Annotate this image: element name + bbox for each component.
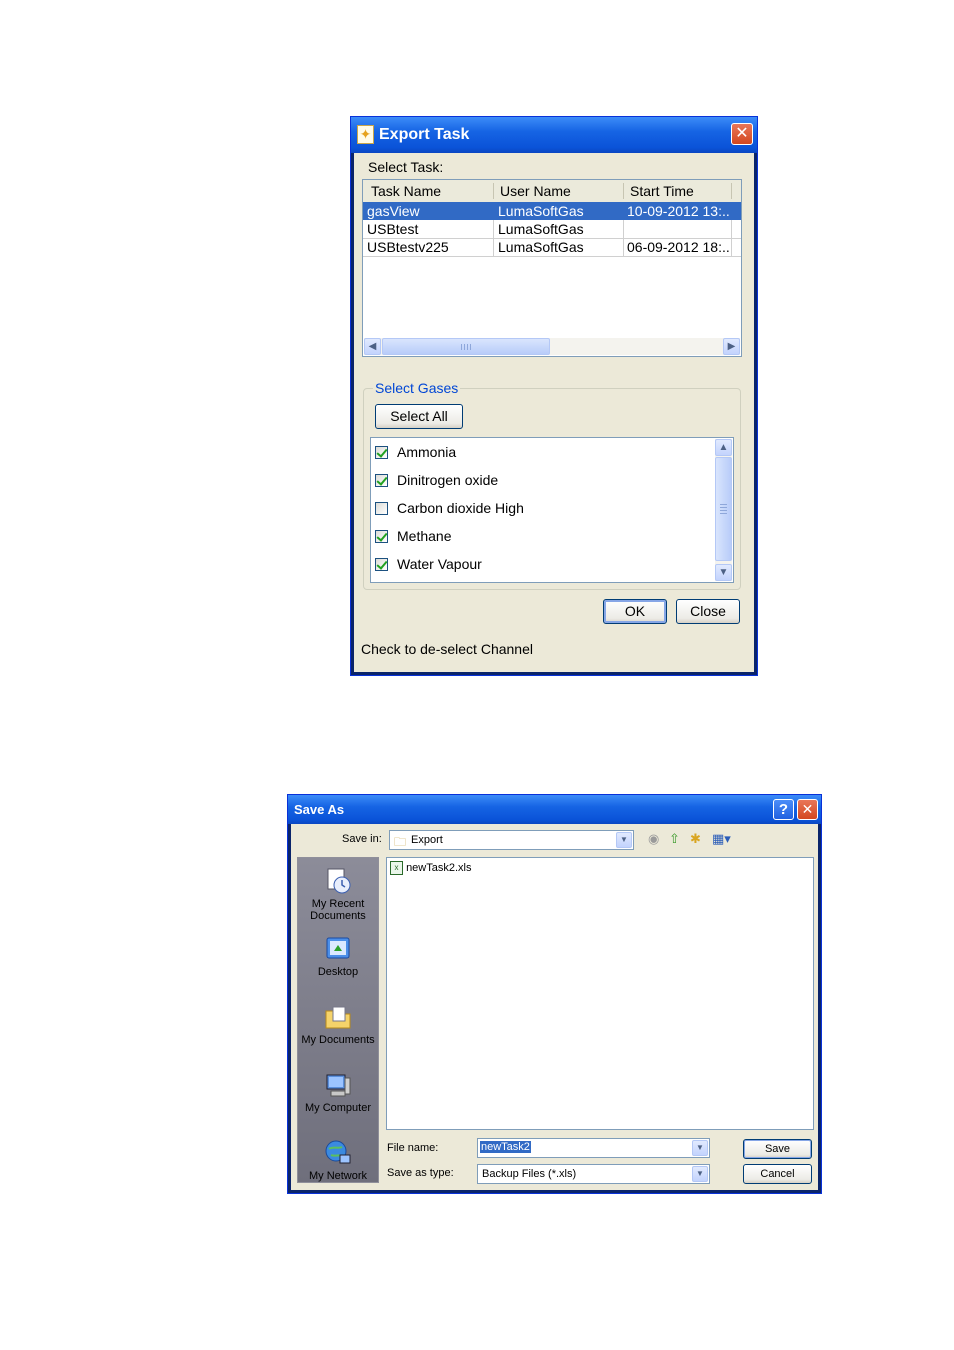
task-name-cell: gasView: [367, 203, 420, 219]
vertical-scrollbar[interactable]: ▲ ▼: [715, 439, 732, 581]
place-my-documents[interactable]: My Documents: [298, 1002, 378, 1046]
app-icon: ✦: [357, 125, 374, 144]
place-my-network[interactable]: My Network: [298, 1138, 378, 1182]
scroll-right-icon[interactable]: ▶: [723, 338, 740, 355]
gas-label: Water Vapour: [397, 556, 482, 572]
file-name-label: File name:: [387, 1142, 439, 1154]
save-button[interactable]: Save: [743, 1139, 812, 1159]
export-dialog-title: Export Task: [379, 126, 470, 143]
place-recent-documents[interactable]: My Recent Documents: [298, 866, 378, 922]
select-all-label: Select All: [390, 408, 448, 424]
file-list[interactable]: x newTask2.xls: [386, 857, 814, 1130]
save-dialog-title: Save As: [294, 802, 345, 817]
scroll-thumb[interactable]: [382, 338, 550, 355]
task-name-cell: USBtest: [367, 221, 419, 237]
start-time-cell: 06-09-2012 18:...: [627, 239, 731, 255]
my-documents-icon: [325, 1006, 351, 1029]
task-list-header: Task Name User Name Start Time: [363, 180, 741, 203]
gas-label: Carbon dioxide High: [397, 500, 524, 516]
save-type-value: Backup Files (*.xls): [482, 1168, 577, 1180]
up-folder-icon[interactable]: ⇧: [669, 831, 680, 847]
place-label: My Documents: [301, 1034, 375, 1046]
user-name-cell: LumaSoftGas: [498, 203, 584, 219]
checkbox[interactable]: [375, 530, 388, 543]
recent-documents-icon: [327, 868, 351, 894]
close-button[interactable]: Close: [676, 599, 740, 624]
places-bar: My Recent Documents Desktop My Documents…: [297, 857, 379, 1183]
help-icon[interactable]: ?: [773, 799, 794, 820]
select-gases-title: Select Gases: [373, 380, 461, 396]
save-in-dropdown[interactable]: 🗀 Export ▼: [389, 830, 634, 850]
save-label: Save: [764, 1143, 791, 1155]
scroll-left-icon[interactable]: ◀: [364, 338, 381, 355]
file-name-field[interactable]: newTask2 ▼: [477, 1138, 710, 1158]
user-name-cell: LumaSoftGas: [498, 221, 584, 237]
excel-file-icon: x: [390, 861, 403, 875]
save-in-value: Export: [411, 834, 443, 846]
checkbox[interactable]: [375, 446, 388, 459]
file-name-text: newTask2.xls: [406, 861, 472, 874]
horizontal-scrollbar[interactable]: ◀ ▶: [364, 338, 740, 355]
export-task-dialog: ✦ Export Task ✕ Select Task: Task Name U…: [350, 116, 758, 676]
close-icon[interactable]: ✕: [731, 123, 753, 145]
chevron-down-icon[interactable]: ▼: [616, 832, 632, 848]
start-time-cell: 10-09-2012 13:...: [627, 203, 731, 219]
task-row[interactable]: gasView LumaSoftGas 10-09-2012 13:...: [363, 202, 741, 220]
place-label: My Recent Documents: [310, 898, 366, 922]
scroll-thumb[interactable]: [715, 457, 732, 561]
new-folder-icon[interactable]: ✱: [690, 831, 701, 847]
select-task-label: Select Task:: [368, 159, 444, 175]
save-in-label: Save in:: [342, 833, 382, 845]
scroll-up-icon[interactable]: ▲: [715, 439, 732, 456]
gas-checklist[interactable]: Ammonia Dinitrogen oxide Carbon dioxide …: [370, 437, 734, 583]
place-label: My Computer: [304, 1102, 372, 1114]
view-menu-icon[interactable]: ▦▾: [712, 831, 731, 847]
cancel-button[interactable]: Cancel: [743, 1164, 812, 1184]
column-start-time[interactable]: Start Time: [630, 183, 694, 199]
save-title-bar[interactable]: Save As ? ✕: [288, 795, 821, 824]
export-title-bar[interactable]: ✦ Export Task ✕: [351, 117, 757, 153]
file-item[interactable]: x newTask2.xls: [390, 861, 471, 875]
save-client-area: Save in: 🗀 Export ▼ ◉ ⇧ ✱ ▦▾ My Recent D…: [291, 824, 818, 1190]
my-network-icon: [325, 1140, 351, 1164]
cancel-label: Cancel: [760, 1168, 795, 1180]
place-my-computer[interactable]: My Computer: [298, 1070, 378, 1114]
place-desktop[interactable]: Desktop: [298, 934, 378, 978]
save-as-dialog: Save As ? ✕ Save in: 🗀 Export ▼ ◉ ⇧ ✱ ▦▾…: [287, 794, 822, 1194]
close-icon[interactable]: ✕: [797, 799, 818, 820]
save-type-dropdown[interactable]: Backup Files (*.xls) ▼: [477, 1164, 710, 1184]
select-gases-group: Select Gases Select All Ammonia Dinitrog…: [363, 380, 741, 590]
back-icon[interactable]: ◉: [648, 831, 659, 847]
gas-label: Methane: [397, 528, 452, 544]
status-text: Check to de-select Channel: [361, 641, 533, 657]
column-task-name[interactable]: Task Name: [371, 183, 441, 199]
close-label: Close: [690, 603, 726, 619]
scroll-down-icon[interactable]: ▼: [715, 564, 732, 581]
checkbox[interactable]: [375, 474, 388, 487]
place-label: My Network: [308, 1170, 368, 1182]
select-all-button[interactable]: Select All: [375, 404, 463, 429]
column-user-name[interactable]: User Name: [500, 183, 571, 199]
task-list[interactable]: Task Name User Name Start Time gasView L…: [362, 179, 742, 357]
task-name-cell: USBtestv225: [367, 239, 449, 255]
task-row[interactable]: USBtest LumaSoftGas: [363, 220, 741, 239]
user-name-cell: LumaSoftGas: [498, 239, 584, 255]
gas-label: Ammonia: [397, 444, 457, 460]
folder-icon: 🗀: [394, 835, 407, 849]
gas-label: Dinitrogen oxide: [397, 472, 499, 488]
desktop-icon: [326, 937, 350, 959]
ok-label: OK: [624, 603, 646, 619]
chevron-down-icon[interactable]: ▼: [692, 1140, 708, 1156]
ok-button[interactable]: OK: [603, 599, 667, 624]
checkbox[interactable]: [375, 558, 388, 571]
place-label: Desktop: [317, 966, 359, 978]
export-client-area: Select Task: Task Name User Name Start T…: [354, 153, 754, 672]
file-name-value: newTask2: [480, 1141, 531, 1153]
my-computer-icon: [326, 1074, 351, 1097]
save-type-label: Save as type:: [387, 1167, 454, 1179]
task-row[interactable]: USBtestv225 LumaSoftGas 06-09-2012 18:..…: [363, 238, 741, 257]
checkbox[interactable]: [375, 502, 388, 515]
chevron-down-icon[interactable]: ▼: [692, 1166, 708, 1182]
